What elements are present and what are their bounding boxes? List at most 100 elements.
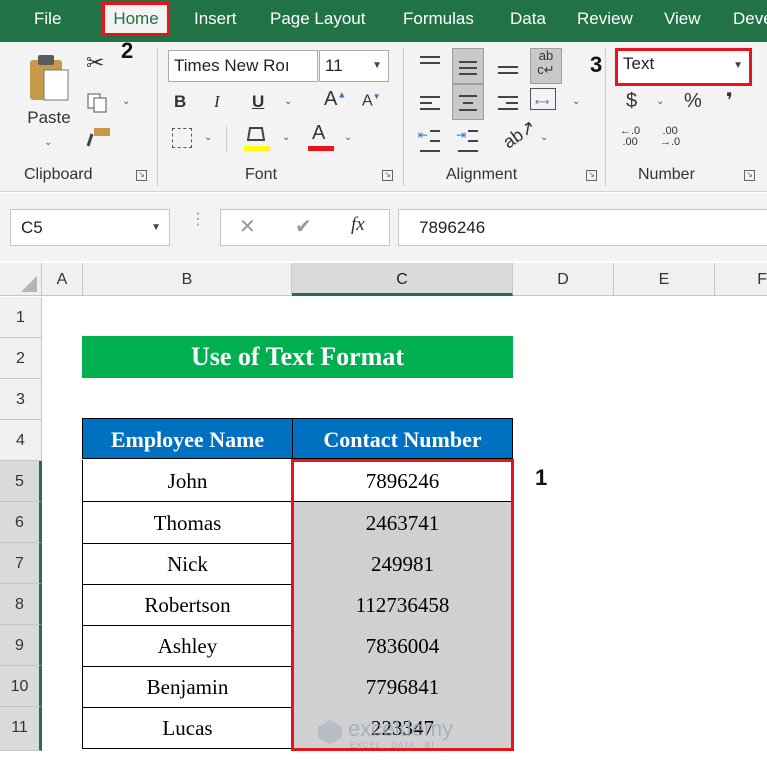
separator [403,48,404,186]
row-header[interactable]: 9 [0,625,42,666]
row-header[interactable]: 7 [0,543,42,584]
underline-chevron-icon[interactable]: ⌄ [284,96,292,107]
enter-icon[interactable]: ✔ [295,214,312,239]
formula-input[interactable]: 7896246 [398,209,767,246]
cancel-icon[interactable]: ✕ [239,214,256,239]
header-cell-contact-number[interactable]: Contact Number [292,418,513,459]
merge-center-icon[interactable]: ⟷ [530,88,556,110]
selection-highlight-box [291,459,514,751]
tab-review[interactable]: Review [577,0,633,42]
copy-chevron-icon[interactable]: ⌄ [122,96,130,107]
column-header-c[interactable]: C [292,263,513,296]
font-name-value: Times New Roı [174,56,290,75]
align-right-icon[interactable] [492,88,524,120]
watermark-logo: exceldemy EXCEL · DATA · BI [312,715,460,750]
wrap-text-icon[interactable]: ab c↵ [530,48,562,84]
tab-view[interactable]: View [664,0,701,42]
align-left-icon[interactable] [414,88,446,120]
tab-home[interactable]: Home [102,2,170,36]
orientation-chevron-icon[interactable]: ⌄ [540,132,548,143]
name-cell[interactable]: Ashley [82,625,293,667]
row-header[interactable]: 2 [0,338,42,379]
formula-bar-grip-icon: ⋮ [190,211,206,228]
sheet-title-cell[interactable]: Use of Text Format [82,336,513,378]
name-cell[interactable]: Benjamin [82,666,293,708]
tab-file[interactable]: File [34,0,61,42]
decrease-decimal-icon[interactable]: .00 →.0 [660,126,680,148]
font-size-combo[interactable]: 11 ▼ [319,50,389,82]
row-header[interactable]: 8 [0,584,42,625]
font-size-value: 11 [325,56,343,75]
name-box-dropdown-icon: ▼ [151,222,161,233]
insert-function-button[interactable]: fx [351,214,365,236]
clipboard-launcher-icon[interactable]: ↘ [136,170,147,181]
name-cell[interactable]: Robertson [82,584,293,626]
increase-indent-icon[interactable]: ⇥ [452,124,484,156]
fill-color-chevron-icon[interactable]: ⌄ [282,132,290,143]
tab-formulas[interactable]: Formulas [403,0,474,42]
alignment-launcher-icon[interactable]: ↘ [586,170,597,181]
callout-2: 2 [121,38,134,63]
column-header-e[interactable]: E [614,263,715,296]
column-header-d[interactable]: D [513,263,614,296]
alignment-group-label: Alignment [446,166,518,183]
name-box[interactable]: C5 ▼ [10,209,170,246]
name-cell[interactable]: Nick [82,543,293,585]
number-format-dropdown-icon: ▼ [733,60,743,71]
font-launcher-icon[interactable]: ↘ [382,170,393,181]
decrease-font-icon[interactable]: A▼ [362,92,381,110]
cut-icon[interactable]: ✂ [86,50,104,76]
paste-button[interactable]: Paste ⌄ [22,52,76,152]
row-header[interactable]: 11 [0,707,42,751]
select-all-button[interactable] [0,263,42,296]
row-header[interactable]: 1 [0,297,42,338]
paste-icon [30,55,69,101]
font-color-icon[interactable]: A [308,122,334,152]
number-launcher-icon[interactable]: ↘ [744,170,755,181]
column-header-f[interactable]: F [715,263,767,296]
row-header[interactable]: 5 [0,461,42,502]
row-header[interactable]: 4 [0,420,42,461]
watermark-text: exceldemy [348,716,454,741]
column-header-a[interactable]: A [42,263,83,296]
merge-chevron-icon[interactable]: ⌄ [572,96,580,107]
tab-developer[interactable]: Deve [733,0,767,42]
borders-chevron-icon[interactable]: ⌄ [204,132,212,143]
top-align-icon[interactable] [414,50,446,82]
decrease-indent-icon[interactable]: ⇤ [414,124,446,156]
bold-button[interactable]: B [174,92,186,112]
separator [605,48,606,186]
tab-insert[interactable]: Insert [194,0,237,42]
name-cell[interactable]: Thomas [82,502,293,544]
italic-button[interactable]: I [214,92,220,112]
borders-icon[interactable] [172,128,192,148]
row-header[interactable]: 3 [0,379,42,420]
percent-button[interactable]: % [684,90,702,113]
currency-chevron-icon[interactable]: ⌄ [656,96,664,107]
number-format-combo[interactable]: Text ▼ [615,48,752,86]
increase-font-icon[interactable]: A▲ [324,88,346,111]
bottom-align-icon[interactable] [492,50,524,82]
fill-color-icon[interactable] [244,124,270,152]
row-header[interactable]: 6 [0,502,42,543]
middle-align-icon[interactable] [452,48,484,84]
align-center-icon[interactable] [452,84,484,120]
row-header[interactable]: 10 [0,666,42,707]
font-color-chevron-icon[interactable]: ⌄ [344,132,352,143]
tab-page-layout[interactable]: Page Layout [270,0,365,42]
font-name-combo[interactable]: Times New Roı [168,50,318,82]
currency-button[interactable]: $ [626,90,637,113]
tab-data[interactable]: Data [510,0,546,42]
underline-button[interactable]: U [252,92,264,112]
increase-decimal-icon[interactable]: ←.0.00 [620,126,640,148]
header-cell-employee-name[interactable]: Employee Name [82,418,293,459]
name-cell[interactable]: Lucas [82,707,293,749]
column-header-b[interactable]: B [83,263,292,296]
paste-chevron-icon: ⌄ [44,137,53,148]
copy-icon[interactable] [86,92,110,114]
format-painter-icon[interactable] [86,126,112,148]
callout-1: 1 [535,465,548,490]
separator [157,48,158,186]
comma-style-button[interactable]: ❜ [726,88,733,113]
name-cell[interactable]: John [82,460,293,502]
